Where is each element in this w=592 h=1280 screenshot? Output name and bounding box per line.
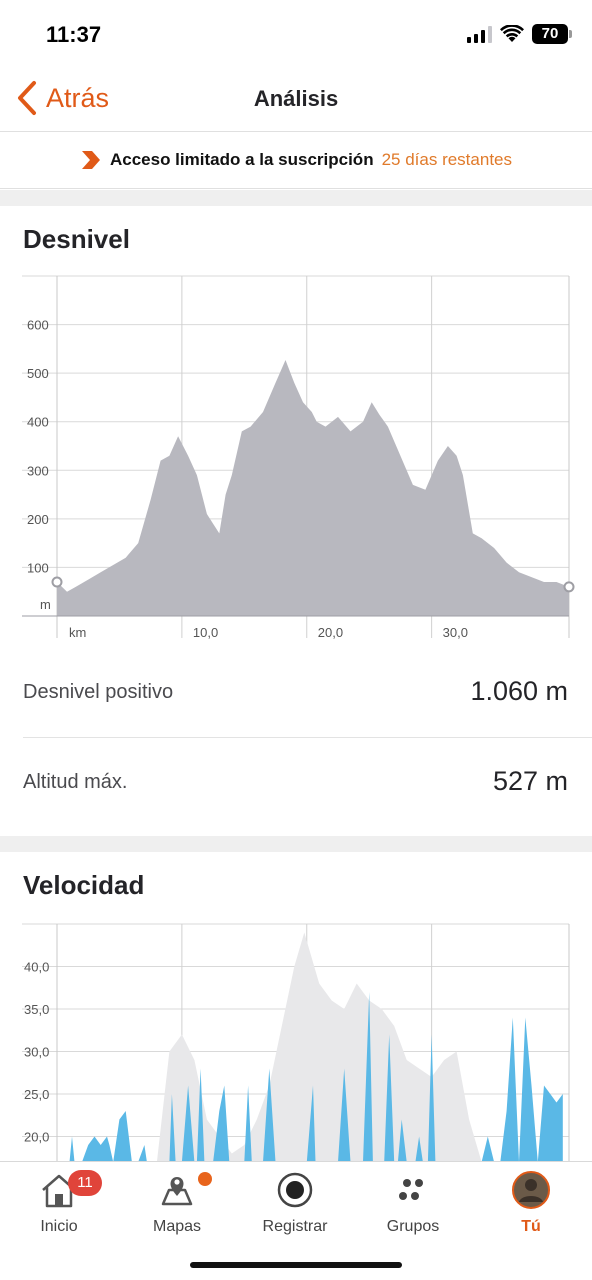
groups-icon bbox=[399, 1179, 423, 1200]
subscription-days: 25 días restantes bbox=[381, 150, 512, 169]
section-gap bbox=[0, 190, 592, 206]
record-icon bbox=[277, 1172, 313, 1208]
home-indicator bbox=[190, 1262, 402, 1268]
tab-label: Registrar bbox=[262, 1218, 328, 1235]
y-tick-label: 600 bbox=[27, 318, 49, 333]
x-tick-label: 20,0 bbox=[318, 625, 343, 640]
y-tick-label: 500 bbox=[27, 366, 49, 381]
stat-row-max-altitude: Altitud máx. 527 m bbox=[0, 738, 592, 828]
subscription-text: Acceso limitado a la suscripción bbox=[109, 150, 374, 169]
y-tick-label: 300 bbox=[27, 463, 49, 478]
wifi-icon bbox=[500, 25, 524, 42]
y-tick-label: 30,0 bbox=[24, 1045, 49, 1060]
y-axis-unit: m bbox=[40, 597, 51, 612]
y-tick-label: 20,0 bbox=[24, 1130, 49, 1145]
notification-badge: 11 bbox=[68, 1170, 102, 1196]
tab-label: Tú bbox=[521, 1218, 541, 1235]
tab-label: Inicio bbox=[40, 1218, 78, 1235]
tab-mapas[interactable]: Mapas bbox=[118, 1168, 236, 1242]
stat-row-elevation-gain: Desnivel positivo 1.060 m bbox=[0, 648, 592, 738]
y-tick-label: 25,0 bbox=[24, 1087, 49, 1102]
tab-tu[interactable]: Tú bbox=[472, 1168, 590, 1242]
speed-title: Velocidad bbox=[23, 870, 145, 900]
tab-registrar[interactable]: Registrar bbox=[236, 1168, 354, 1242]
y-tick-label: 35,0 bbox=[24, 1002, 49, 1017]
avatar-icon bbox=[512, 1171, 550, 1209]
y-tick-label: 400 bbox=[27, 415, 49, 430]
battery-indicator: 70 bbox=[532, 24, 572, 44]
elevation-title: Desnivel bbox=[23, 224, 130, 254]
status-icons: 70 bbox=[467, 24, 572, 44]
x-tick-label: 30,0 bbox=[443, 625, 468, 640]
notification-dot bbox=[198, 1172, 212, 1186]
chevron-left-icon bbox=[18, 81, 36, 115]
back-button[interactable]: Atrás bbox=[16, 78, 109, 118]
elevation-gain-value: 1.060 m bbox=[470, 676, 568, 706]
elevation-gain-label: Desnivel positivo bbox=[23, 681, 174, 703]
tab-label: Mapas bbox=[152, 1218, 202, 1235]
back-label: Atrás bbox=[46, 82, 110, 113]
tab-inicio[interactable]: 11 Inicio bbox=[0, 1168, 118, 1242]
cellular-signal-icon bbox=[467, 25, 492, 43]
tab-grupos[interactable]: Grupos bbox=[354, 1168, 472, 1242]
elevation-area bbox=[57, 360, 569, 616]
chevron-right-double-icon bbox=[81, 151, 100, 169]
range-handle-left bbox=[51, 576, 63, 588]
max-altitude-label: Altitud máx. bbox=[23, 771, 128, 793]
nav-bar: Atrás Análisis bbox=[0, 70, 592, 130]
status-bar: 11:37 70 bbox=[0, 0, 592, 70]
y-tick-label: 200 bbox=[27, 512, 49, 527]
status-time: 11:37 bbox=[46, 22, 102, 47]
maps-icon bbox=[161, 1177, 193, 1206]
x-tick-label: 10,0 bbox=[193, 625, 218, 640]
y-tick-label: 100 bbox=[27, 560, 49, 575]
tab-label: Grupos bbox=[386, 1218, 440, 1235]
max-altitude-value: 527 m bbox=[492, 766, 568, 796]
section-gap bbox=[0, 836, 592, 852]
elevation-chart: 100 200 300 400 500 600 m km 10,0 20,0 30,0 bbox=[22, 275, 575, 640]
subscription-banner[interactable]: Acceso limitado a la suscripción 25 días… bbox=[0, 131, 592, 189]
speed-chart: 20,0 25,0 30,0 35,0 40,0 bbox=[22, 923, 570, 1162]
y-tick-label: 40,0 bbox=[24, 960, 49, 975]
x-axis-unit: km bbox=[69, 625, 86, 640]
range-handle-right bbox=[563, 581, 575, 593]
